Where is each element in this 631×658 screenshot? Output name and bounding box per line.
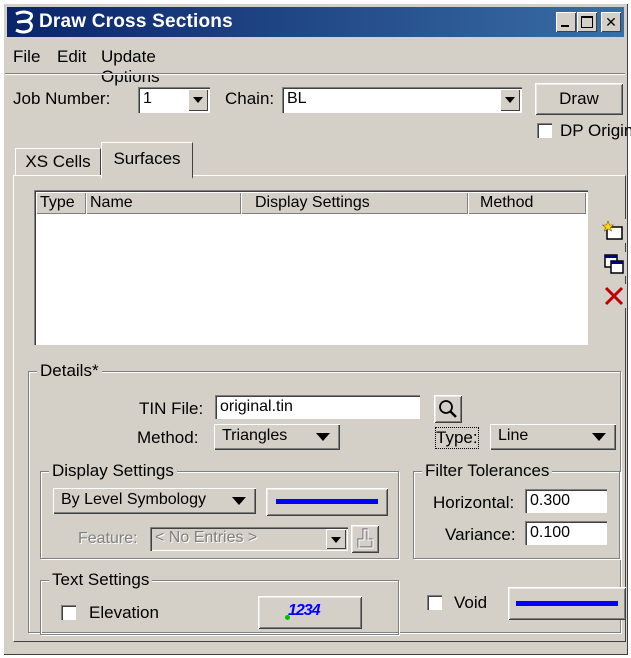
job-number-label: Job Number: (13, 89, 111, 108)
void-checkbox[interactable] (427, 595, 442, 610)
void-line-preview (516, 601, 618, 606)
dp-origin-label: DP Origin (560, 121, 631, 140)
title-bar[interactable]: Draw Cross Sections ✕ (7, 7, 624, 37)
details-title: Details* (37, 361, 102, 381)
display-settings-title: Display Settings (49, 461, 177, 481)
column-header-display-settings[interactable]: Display Settings (241, 192, 468, 214)
text-sample: 1234 (288, 602, 321, 619)
elevation-checkbox[interactable] (61, 605, 76, 620)
chain-value: BL (287, 90, 307, 107)
chain-label: Chain: (225, 89, 275, 108)
tin-file-value: original.tin (220, 398, 293, 415)
void-symbology-button[interactable] (508, 587, 626, 620)
job-number-value: 1 (143, 90, 152, 107)
method-label: Method: (137, 428, 199, 447)
variance-input[interactable]: 0.100 (525, 521, 607, 545)
chevron-down-icon (232, 497, 246, 505)
feature-pick-button[interactable] (351, 525, 379, 553)
delete-surface-icon[interactable] (602, 284, 626, 308)
app-logo-icon (15, 10, 33, 34)
type-select[interactable]: Line (490, 424, 616, 450)
job-number-select[interactable]: 1 (138, 87, 210, 113)
text-origin-dot (285, 615, 290, 620)
type-label: Type: (435, 427, 479, 449)
column-header-type[interactable]: Type (36, 192, 86, 214)
chevron-down-icon[interactable] (500, 89, 520, 111)
symbology-select[interactable]: By Level Symbology (53, 488, 256, 514)
browse-tin-button[interactable] (434, 395, 462, 423)
filter-tolerances-title: Filter Tolerances (422, 461, 553, 481)
symbology-value: By Level Symbology (61, 491, 206, 508)
surfaces-list[interactable]: Type Name Display Settings Method (34, 190, 588, 345)
line-symbology-button[interactable] (266, 488, 388, 516)
feature-value: < No Entries > (155, 529, 258, 546)
tin-file-label: TIN File: (139, 399, 204, 418)
duplicate-surface-icon[interactable] (602, 252, 626, 276)
menu-edit[interactable]: Edit (57, 47, 86, 67)
column-header-method[interactable]: Method (468, 192, 586, 214)
paint-brush-icon (357, 528, 374, 549)
horizontal-label: Horizontal: (433, 493, 515, 512)
method-value: Triangles (222, 427, 288, 444)
maximize-icon[interactable] (577, 12, 597, 32)
tab-xs-cells[interactable]: XS Cells (15, 148, 101, 175)
menu-file[interactable]: File (13, 47, 40, 67)
column-header-name[interactable]: Name (86, 192, 241, 214)
feature-select[interactable]: < No Entries > (150, 527, 348, 551)
tab-surfaces[interactable]: Surfaces (101, 142, 193, 179)
magnifier-icon (439, 400, 457, 418)
chevron-down-icon[interactable] (188, 89, 208, 111)
menu-separator (5, 73, 625, 75)
method-select[interactable]: Triangles (214, 424, 340, 450)
filter-tolerances-group: Filter Tolerances (413, 461, 620, 559)
text-symbology-button[interactable]: 1234 (258, 596, 362, 629)
chevron-down-icon (592, 433, 606, 441)
chevron-down-icon (316, 433, 330, 441)
text-settings-title: Text Settings (49, 570, 153, 590)
dp-origin-checkbox[interactable] (537, 123, 552, 138)
elevation-label: Elevation (89, 603, 159, 622)
add-surface-icon[interactable] (602, 219, 626, 243)
draw-button[interactable]: Draw (535, 83, 623, 115)
menu-update-options[interactable]: Update Options (101, 47, 160, 87)
minimize-icon[interactable] (556, 12, 576, 32)
chain-select[interactable]: BL (282, 87, 522, 113)
void-label: Void (454, 593, 488, 612)
tin-file-input[interactable]: original.tin (215, 395, 420, 419)
variance-value: 0.100 (530, 524, 571, 541)
type-value: Line (498, 427, 529, 444)
line-style-preview (276, 499, 378, 504)
draw-cross-sections-window: Draw Cross Sections ✕ File Edit Update O… (3, 3, 631, 655)
feature-label: Feature: (78, 530, 138, 547)
close-icon[interactable]: ✕ (601, 12, 621, 32)
variance-label: Variance: (445, 525, 516, 544)
chevron-down-icon[interactable] (326, 529, 346, 549)
window-title: Draw Cross Sections (39, 11, 233, 32)
horizontal-input[interactable]: 0.300 (525, 489, 607, 513)
horizontal-value: 0.300 (530, 492, 571, 509)
